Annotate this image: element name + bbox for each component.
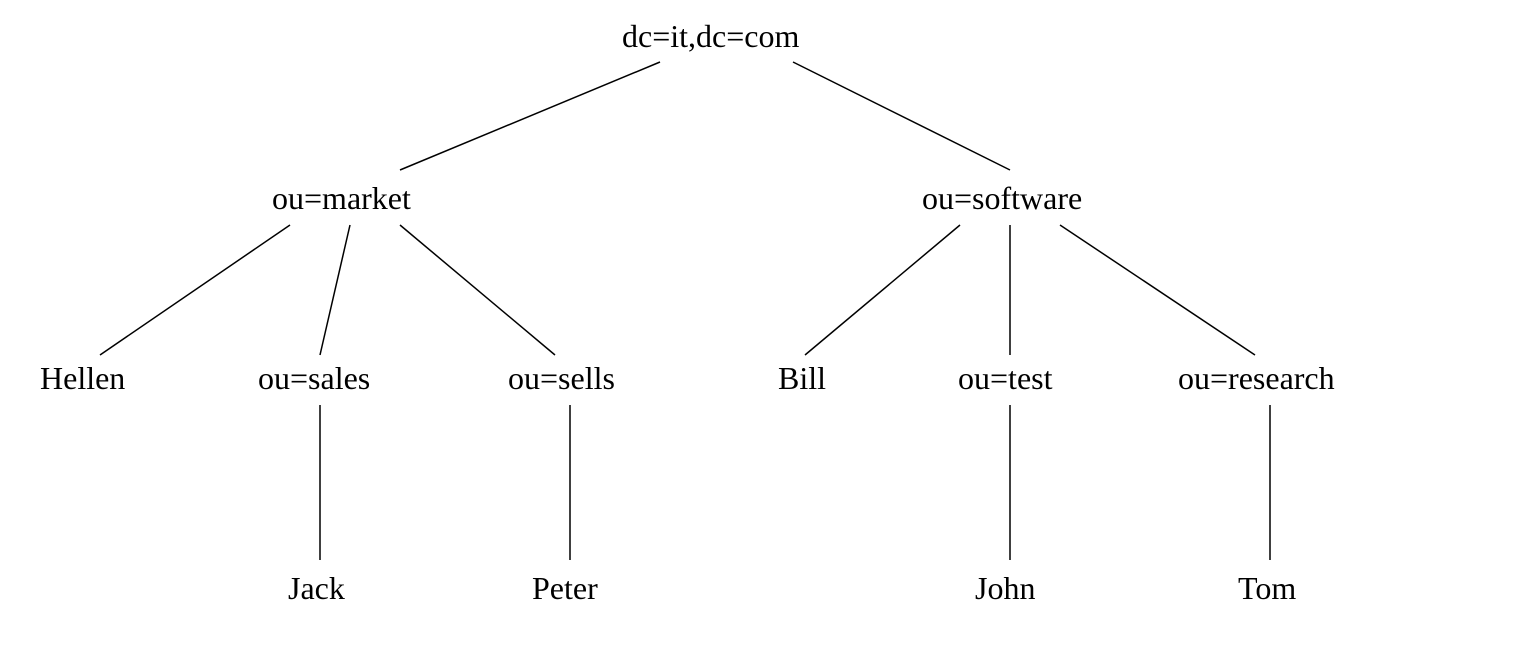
node-peter: Peter (532, 570, 598, 607)
node-root: dc=it,dc=com (622, 18, 799, 55)
node-bill: Bill (778, 360, 826, 397)
tree-edges (0, 0, 1529, 649)
edge-market-sells (400, 225, 555, 355)
node-jack: Jack (288, 570, 345, 607)
node-research: ou=research (1178, 360, 1335, 397)
node-test: ou=test (958, 360, 1052, 397)
edge-market-sales (320, 225, 350, 355)
node-hellen: Hellen (40, 360, 125, 397)
node-software: ou=software (922, 180, 1082, 217)
node-tom: Tom (1238, 570, 1296, 607)
node-sales: ou=sales (258, 360, 370, 397)
node-market: ou=market (272, 180, 411, 217)
edge-software-bill (805, 225, 960, 355)
edge-root-market (400, 62, 660, 170)
node-sells: ou=sells (508, 360, 615, 397)
edge-root-software (793, 62, 1010, 170)
edge-market-hellen (100, 225, 290, 355)
node-john: John (975, 570, 1035, 607)
edge-software-research (1060, 225, 1255, 355)
